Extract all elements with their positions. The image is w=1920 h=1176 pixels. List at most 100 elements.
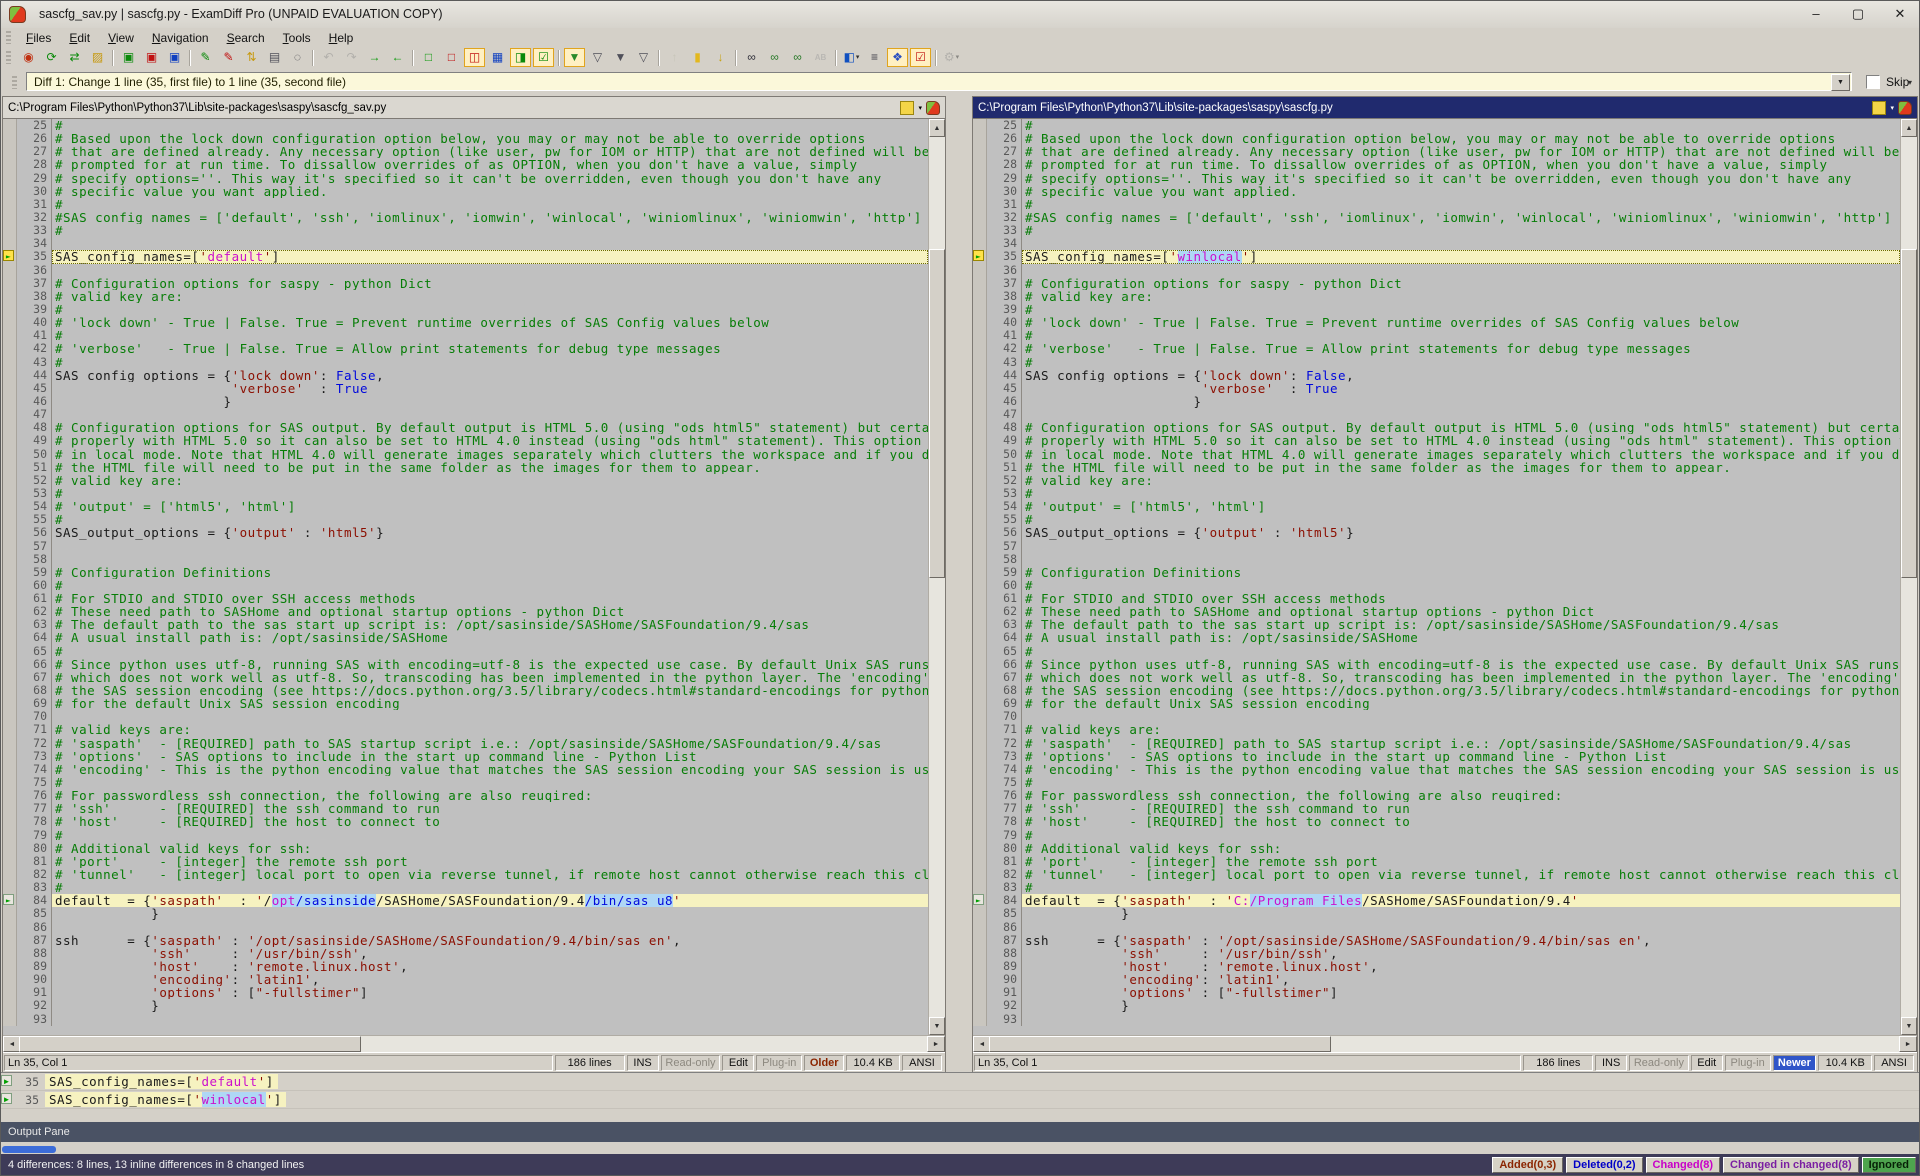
code-line[interactable]: 29# specify options=''. This way it's sp… bbox=[3, 172, 928, 185]
swap-panes-button[interactable]: ⇅ bbox=[241, 48, 262, 67]
code-line[interactable]: 70 bbox=[973, 710, 1900, 723]
code-line[interactable]: 73# 'options' - SAS options to include i… bbox=[973, 750, 1900, 763]
filter-hide-button[interactable]: ▽ bbox=[587, 48, 608, 67]
output-pane-scrollbar[interactable] bbox=[2, 1146, 56, 1153]
code-line[interactable]: 26# Based upon the lock_down configurati… bbox=[3, 132, 928, 145]
code-line[interactable]: 74# 'encoding' - This is the python enco… bbox=[3, 763, 928, 776]
menu-tools[interactable]: Tools bbox=[274, 30, 320, 46]
save-both-button[interactable]: ▣ bbox=[164, 48, 185, 67]
code-line[interactable]: 60# bbox=[3, 579, 928, 592]
right-vscroll-thumb[interactable] bbox=[1901, 249, 1917, 578]
scroll-right-button[interactable]: ► bbox=[1899, 1036, 1917, 1052]
show-identical-button[interactable]: □ bbox=[418, 48, 439, 67]
minimize-button[interactable]: – bbox=[1806, 6, 1826, 22]
code-line[interactable]: 76# For passwordless ssh connection, the… bbox=[973, 789, 1900, 802]
copy-second-to-first-button[interactable]: ↓ bbox=[710, 48, 731, 67]
code-line[interactable]: 27# that are defined already. Any necess… bbox=[3, 145, 928, 158]
code-line[interactable]: 57 bbox=[973, 540, 1900, 553]
code-line[interactable]: 85 } bbox=[973, 907, 1900, 920]
code-line[interactable]: 66# Since python uses utf-8, running SAS… bbox=[973, 658, 1900, 671]
code-line[interactable]: 53# bbox=[973, 487, 1900, 500]
code-line[interactable]: 54# 'output' = ['html5', 'html'] bbox=[973, 500, 1900, 513]
code-line[interactable]: 77# 'ssh' - [REQUIRED] the ssh command t… bbox=[973, 802, 1900, 815]
close-button[interactable]: ✕ bbox=[1890, 6, 1910, 22]
status-newer[interactable]: Newer bbox=[1773, 1055, 1817, 1071]
code-line[interactable]: 28# prompted for at run time. To dissall… bbox=[3, 158, 928, 171]
layout-button[interactable]: ◧▾ bbox=[841, 48, 862, 67]
save-first-button[interactable]: ▣ bbox=[118, 48, 139, 67]
code-line[interactable]: 82# 'tunnel' - [integer] local port to o… bbox=[3, 868, 928, 881]
filter-edit-button[interactable]: ▼ bbox=[610, 48, 631, 67]
code-line[interactable]: 33# bbox=[3, 224, 928, 237]
code-line[interactable]: 52# valid key are: bbox=[973, 474, 1900, 487]
left-pane-header[interactable]: C:\Program Files\Python\Python37\Lib\sit… bbox=[3, 97, 945, 119]
code-line[interactable]: 67# which does not work well as utf-8. S… bbox=[3, 671, 928, 684]
code-line[interactable]: 32#SAS_config_names = ['default', 'ssh',… bbox=[3, 211, 928, 224]
code-line[interactable]: 69# for the default Unix SAS session enc… bbox=[3, 697, 928, 710]
code-line[interactable]: 90 'encoding': 'latin1', bbox=[3, 973, 928, 986]
code-line[interactable]: 34 bbox=[973, 237, 1900, 250]
code-line[interactable]: 63# The default path to the sas start up… bbox=[973, 618, 1900, 631]
code-line[interactable]: 64# A usual install path is: /opt/sasins… bbox=[3, 631, 928, 644]
status-ins[interactable]: INS bbox=[627, 1055, 659, 1071]
zoom-button[interactable]: ◌ bbox=[287, 48, 308, 67]
code-line[interactable]: 42# 'verbose' - True | False. True = All… bbox=[3, 342, 928, 355]
code-line[interactable]: 61# For STDIO and STDIO over SSH access … bbox=[3, 592, 928, 605]
code-line[interactable]: 56SAS_output_options = {'output' : 'html… bbox=[3, 526, 928, 539]
toolbar-grip-handle[interactable] bbox=[6, 51, 11, 64]
maximize-button[interactable]: ▢ bbox=[1848, 6, 1868, 22]
refresh-button[interactable]: ⟳ bbox=[41, 48, 62, 67]
code-line[interactable]: 51# the HTML file will need to be put in… bbox=[3, 461, 928, 474]
code-line[interactable]: 49# properly with HTML 5.0 so it can als… bbox=[973, 434, 1900, 447]
code-line[interactable]: 83# bbox=[3, 881, 928, 894]
file-actions-icon[interactable] bbox=[900, 101, 914, 115]
scroll-up-button[interactable]: ▲ bbox=[929, 119, 945, 137]
code-line[interactable]: 38# valid key are: bbox=[973, 290, 1900, 303]
code-line[interactable]: ►84default = {'saspath' : '/opt/sasinsid… bbox=[3, 894, 928, 907]
code-line[interactable]: 87ssh = {'saspath' : '/opt/sasinside/SAS… bbox=[3, 934, 928, 947]
code-line[interactable]: 86 bbox=[973, 921, 1900, 934]
code-line[interactable]: 41# bbox=[973, 329, 1900, 342]
code-line[interactable]: 52# valid key are: bbox=[3, 474, 928, 487]
code-line[interactable]: 62# These need path to SASHome and optio… bbox=[3, 605, 928, 618]
code-line[interactable]: 25# bbox=[3, 119, 928, 132]
code-line[interactable]: 61# For STDIO and STDIO over SSH access … bbox=[973, 592, 1900, 605]
code-line[interactable]: 39# bbox=[3, 303, 928, 316]
code-line[interactable]: 47 bbox=[3, 408, 928, 421]
code-line[interactable]: 42# 'verbose' - True | False. True = All… bbox=[973, 342, 1900, 355]
code-line[interactable]: 64# A usual install path is: /opt/sasins… bbox=[973, 631, 1900, 644]
code-line[interactable]: 50# in local mode. Note that HTML 4.0 wi… bbox=[973, 448, 1900, 461]
code-line[interactable]: 93 bbox=[3, 1013, 928, 1026]
code-line[interactable]: 48# Configuration options for SAS output… bbox=[3, 421, 928, 434]
code-line[interactable]: 89 'host' : 'remote.linux.host', bbox=[3, 960, 928, 973]
compare-file-icon[interactable] bbox=[926, 101, 940, 115]
right-pane-header[interactable]: C:\Program Files\Python\Python37\Lib\sit… bbox=[973, 97, 1917, 119]
code-line[interactable]: 43# bbox=[3, 356, 928, 369]
code-line[interactable]: 50# in local mode. Note that HTML 4.0 wi… bbox=[3, 448, 928, 461]
menu-edit[interactable]: Edit bbox=[60, 30, 99, 46]
code-line[interactable]: 28# prompted for at run time. To dissall… bbox=[973, 158, 1900, 171]
right-horizontal-scrollbar[interactable]: ◄ ► bbox=[973, 1035, 1917, 1052]
code-line[interactable]: 65# bbox=[3, 645, 928, 658]
code-line[interactable]: 58 bbox=[3, 553, 928, 566]
code-line[interactable]: 51# the HTML file will need to be put in… bbox=[973, 461, 1900, 474]
code-line[interactable]: 55# bbox=[973, 513, 1900, 526]
code-line[interactable]: 36 bbox=[3, 264, 928, 277]
code-line[interactable]: 83# bbox=[973, 881, 1900, 894]
code-line[interactable]: 49# properly with HTML 5.0 so it can als… bbox=[3, 434, 928, 447]
code-line[interactable]: 88 'ssh' : '/usr/bin/ssh', bbox=[3, 947, 928, 960]
code-line[interactable]: 71# valid keys are: bbox=[3, 723, 928, 736]
scroll-down-button[interactable]: ▼ bbox=[929, 1017, 945, 1035]
code-line[interactable]: 37# Configuration options for saspy - py… bbox=[3, 277, 928, 290]
copy-block-button[interactable]: ▮ bbox=[687, 48, 708, 67]
status-ins[interactable]: INS bbox=[1595, 1055, 1627, 1071]
code-line[interactable]: ►84default = {'saspath' : 'C:/Program Fi… bbox=[973, 894, 1900, 907]
code-line[interactable]: 79# bbox=[3, 829, 928, 842]
code-line[interactable]: 70 bbox=[3, 710, 928, 723]
code-line[interactable]: 32#SAS_config_names = ['default', 'ssh',… bbox=[973, 211, 1900, 224]
save-second-button[interactable]: ▣ bbox=[141, 48, 162, 67]
code-line[interactable]: 48# Configuration options for SAS output… bbox=[973, 421, 1900, 434]
code-line[interactable]: 85 } bbox=[3, 907, 928, 920]
code-line[interactable]: 33# bbox=[973, 224, 1900, 237]
code-line[interactable]: 39# bbox=[973, 303, 1900, 316]
